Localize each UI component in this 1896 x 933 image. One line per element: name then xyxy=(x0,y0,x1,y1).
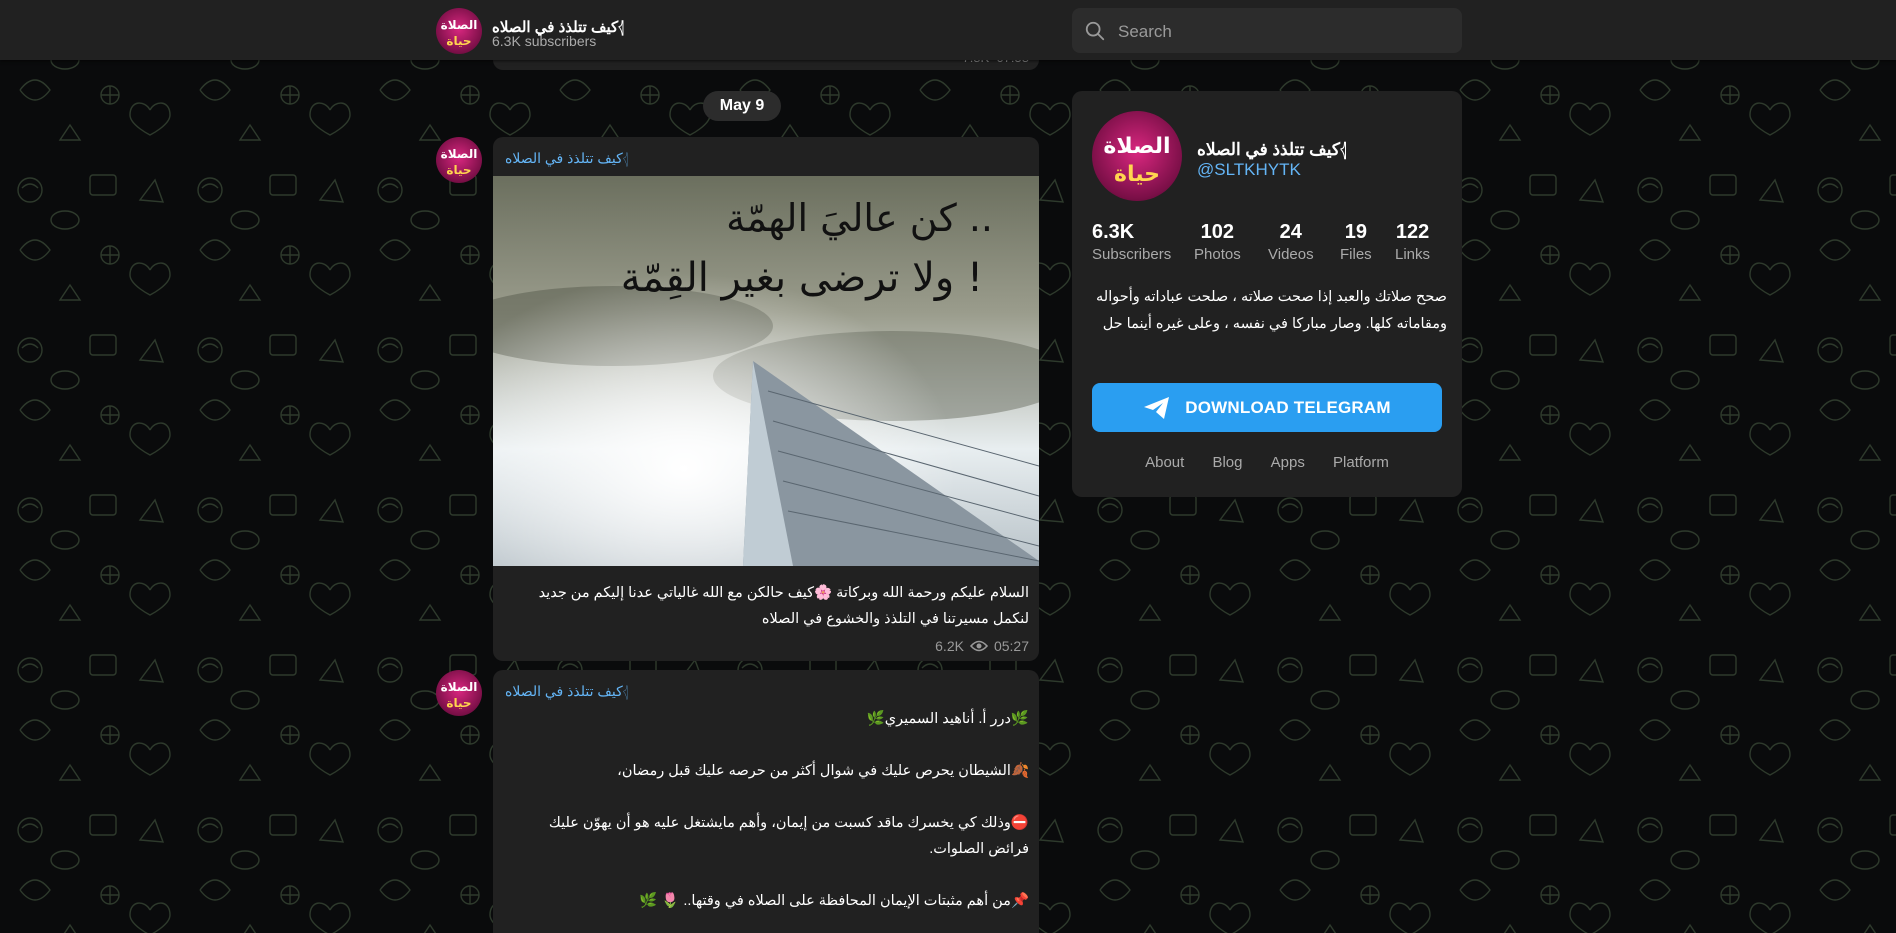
post-paragraph: 🌿درر أ. أناهيد السميري🌿 xyxy=(866,711,1029,727)
post-text: السلام عليكم ورحمة الله وبركاتة 🌸كيف حال… xyxy=(538,585,1029,627)
post-avatar[interactable]: الصلاة حياة xyxy=(436,137,482,183)
stat-links[interactable]: 122 Links xyxy=(1395,221,1430,263)
svg-text:حياة: حياة xyxy=(446,34,471,48)
subscriber-count: 6.3K subscribers xyxy=(492,33,597,49)
download-telegram-button[interactable]: DOWNLOAD TELEGRAM xyxy=(1092,383,1442,432)
post-paragraph: 📌من أهم مثبتات الإيمان المحافظة على الصل… xyxy=(639,893,1029,909)
svg-text:كن عاليَ الهمّة ..: كن عاليَ الهمّة .. xyxy=(726,196,993,241)
footer-link-platform[interactable]: Platform xyxy=(1333,454,1389,471)
search-box[interactable] xyxy=(1072,8,1462,55)
post-paragraph: 🍂الشيطان يحرص عليك في شوال أكثر من حرصه … xyxy=(617,763,1029,779)
svg-text:الصلاة: الصلاة xyxy=(441,680,478,694)
channel-info-card: الصلاة حياة كيف تتلذذ في الصلاه𓂆 @SLTKHY… xyxy=(1072,91,1462,497)
date-separator: May 9 xyxy=(703,91,781,121)
svg-text:حياة: حياة xyxy=(446,696,471,710)
download-button-label: DOWNLOAD TELEGRAM xyxy=(1185,397,1391,417)
footer-links: About Blog Apps Platform xyxy=(1072,454,1462,471)
footer-link-about[interactable]: About xyxy=(1145,454,1184,471)
channel-card-avatar: الصلاة حياة xyxy=(1092,111,1182,201)
search-input[interactable] xyxy=(1116,8,1450,55)
svg-text:الصلاة: الصلاة xyxy=(441,18,478,32)
footer-link-apps[interactable]: Apps xyxy=(1271,454,1305,471)
post-paragraph: ⛔وذلك كي يخسرك ماقد كسبت من إيمان، وأهم … xyxy=(548,815,1029,857)
channel-avatar[interactable]: الصلاة حياة xyxy=(436,8,482,54)
eye-icon xyxy=(969,640,988,652)
post-meta: 6.2K 05:27 xyxy=(935,638,1029,654)
channel-username-link[interactable]: @SLTKHYTK xyxy=(1197,160,1301,180)
top-bar: الصلاة حياة كيف تتلذذ في الصلاه𓂆 6.3K su… xyxy=(0,0,1896,60)
post-bubble: كيف تتلذذ في الصلاه𓂆 كن عاليَ الهمّة .. … xyxy=(493,137,1039,661)
svg-text:الصلاة: الصلاة xyxy=(1103,134,1170,159)
search-icon xyxy=(1085,21,1105,41)
footer-link-blog[interactable]: Blog xyxy=(1212,454,1242,471)
channel-description: صحح صلاتك والعبد إذا صحت صلاته ، صلحت عب… xyxy=(1096,289,1447,332)
channel-card-title: كيف تتلذذ في الصلاه𓂆 xyxy=(1197,140,1347,159)
stat-subscribers: 6.3K Subscribers xyxy=(1092,221,1172,263)
telegram-plane-icon xyxy=(1144,396,1170,419)
post-text: 🌿درر أ. أناهيد السميري🌿 🍂الشيطان يحرص عل… xyxy=(507,706,1029,933)
stat-files[interactable]: 19 Files xyxy=(1340,221,1372,263)
svg-text:حياة: حياة xyxy=(446,163,471,177)
post-author[interactable]: كيف تتلذذ في الصلاه𓂆 xyxy=(505,144,628,168)
svg-text:ولا ترضى بغير القِمّة !: ولا ترضى بغير القِمّة ! xyxy=(621,255,983,301)
post-views: 6.2K xyxy=(935,638,964,654)
post-author[interactable]: كيف تتلذذ في الصلاه𓂆 xyxy=(505,677,628,701)
post-avatar[interactable]: الصلاة حياة xyxy=(436,670,482,716)
post-time: 05:27 xyxy=(993,638,1029,654)
stat-photos[interactable]: 102 Photos xyxy=(1194,221,1241,263)
svg-text:حياة: حياة xyxy=(1114,162,1160,187)
svg-text:الصلاة: الصلاة xyxy=(441,147,478,161)
post-photo[interactable]: كن عاليَ الهمّة .. ولا ترضى بغير القِمّة… xyxy=(493,176,1039,566)
post-bubble: كيف تتلذذ في الصلاه𓂆 🌿درر أ. أناهيد السم… xyxy=(493,670,1039,933)
stat-videos[interactable]: 24 Videos xyxy=(1268,221,1314,263)
